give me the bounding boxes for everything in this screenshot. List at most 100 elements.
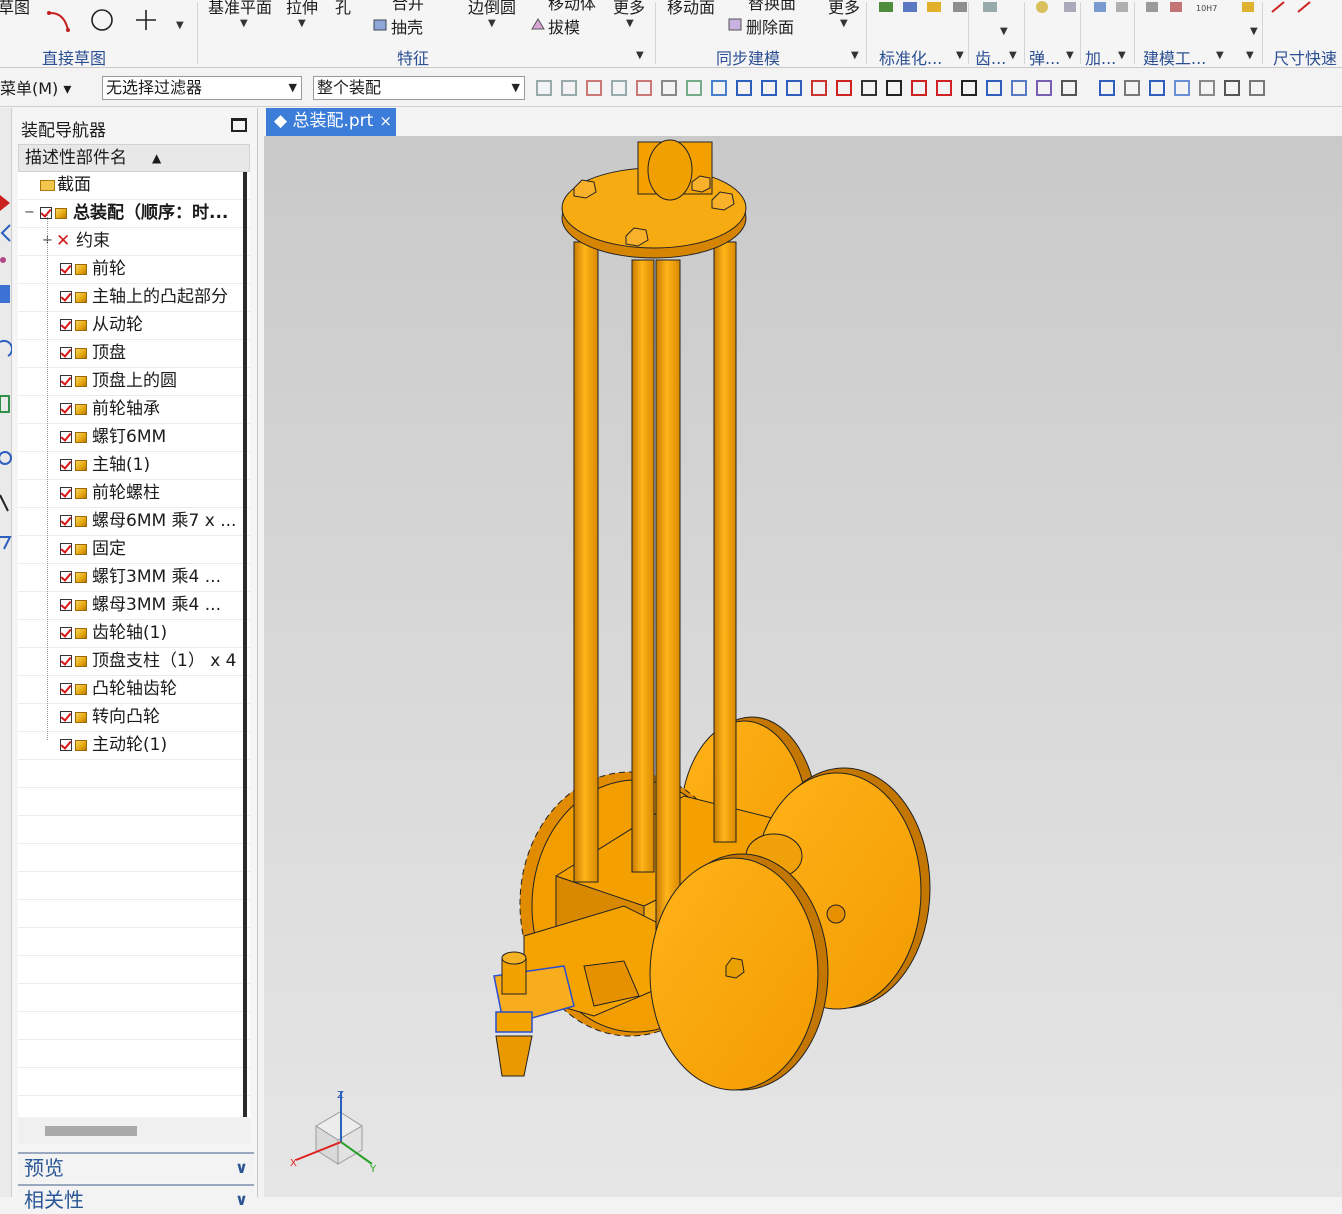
shell-button[interactable]: 抽壳 bbox=[391, 14, 423, 38]
replace-face-button[interactable]: 替换面 bbox=[748, 0, 796, 14]
visibility-checkbox[interactable] bbox=[60, 263, 72, 275]
visibility-checkbox[interactable] bbox=[40, 207, 52, 219]
tree-row[interactable]: 螺母6MM 乘7 x ... bbox=[18, 508, 250, 536]
tree-row[interactable]: + ✕ 约束 bbox=[18, 228, 250, 256]
snap-line-icon[interactable] bbox=[785, 79, 803, 97]
feature-group-dropdown-icon[interactable]: ▼ bbox=[636, 50, 644, 61]
menu-button[interactable]: 菜单(M) ▾ bbox=[0, 75, 71, 99]
snap-more-icon[interactable] bbox=[1060, 79, 1078, 97]
extrude-button[interactable]: 拉伸 bbox=[286, 0, 318, 18]
tree-row[interactable]: 顶盘支柱（1） x 4 bbox=[18, 648, 250, 676]
ribbon-sketch-label[interactable]: 草图 bbox=[0, 0, 30, 18]
tree-row[interactable]: 主轴上的凸起部分 bbox=[18, 284, 250, 312]
gear-tool-icon[interactable] bbox=[982, 0, 998, 16]
snap-vector-icon[interactable] bbox=[985, 79, 1003, 97]
more-sync-dropdown-icon[interactable]: ▼ bbox=[840, 18, 848, 29]
part-view-icon[interactable] bbox=[535, 79, 553, 97]
snap-point-icon[interactable] bbox=[610, 79, 628, 97]
dimension-icon[interactable] bbox=[1270, 0, 1286, 16]
tree-row[interactable]: 顶盘上的圆 bbox=[18, 368, 250, 396]
web-tab-icon[interactable] bbox=[0, 338, 12, 358]
spring-icon[interactable] bbox=[1034, 0, 1050, 16]
measure-dropdown-icon[interactable]: ▼ bbox=[1250, 26, 1258, 37]
clock-tab-icon[interactable] bbox=[0, 448, 12, 468]
add2-icon[interactable] bbox=[1114, 0, 1130, 16]
visibility-checkbox[interactable] bbox=[60, 459, 72, 471]
datum-plane-button[interactable]: 基准平面 bbox=[208, 0, 272, 18]
view-extra-icon[interactable] bbox=[1248, 79, 1266, 97]
datum-dropdown-icon[interactable]: ▼ bbox=[240, 18, 248, 29]
horizontal-scrollbar[interactable] bbox=[18, 1118, 250, 1144]
sort-ascending-icon[interactable]: ▲ bbox=[152, 145, 161, 171]
more-dropdown-icon[interactable]: ▼ bbox=[626, 18, 634, 29]
spring2-icon[interactable] bbox=[1062, 0, 1078, 16]
wireframe-icon[interactable] bbox=[685, 79, 703, 97]
delete-face-button[interactable]: 删除面 bbox=[746, 14, 794, 38]
add-group-dropdown-icon[interactable]: ▼ bbox=[1118, 50, 1126, 61]
sync-group-dropdown-icon[interactable]: ▼ bbox=[851, 50, 859, 61]
reuse-tab-icon[interactable] bbox=[0, 223, 12, 243]
system-tab-icon[interactable] bbox=[0, 493, 12, 513]
tree-row[interactable]: 前轮轴承 bbox=[18, 396, 250, 424]
roles-tab-icon[interactable] bbox=[0, 253, 12, 267]
gear-group-dropdown-icon[interactable]: ▼ bbox=[1009, 50, 1017, 61]
snap-arc-icon[interactable] bbox=[860, 79, 878, 97]
spring-group-dropdown-icon[interactable]: ▼ bbox=[1066, 50, 1074, 61]
visibility-checkbox[interactable] bbox=[60, 375, 72, 387]
sketch-more-chevron-icon[interactable]: ▼ bbox=[176, 20, 184, 31]
render-style-icon[interactable] bbox=[1198, 79, 1216, 97]
view-more-icon[interactable] bbox=[1223, 79, 1241, 97]
tree-row[interactable]: 螺钉3MM 乘4 ... bbox=[18, 564, 250, 592]
move-body-button[interactable]: 移动体 bbox=[548, 0, 596, 14]
group-add[interactable]: 加... bbox=[1085, 45, 1116, 67]
arc-icon[interactable] bbox=[46, 8, 72, 34]
fit-view-icon[interactable] bbox=[1098, 79, 1116, 97]
assembly-scope-dropdown[interactable]: 整个装配 ▼ bbox=[313, 76, 525, 100]
dimension2-icon[interactable] bbox=[1296, 0, 1312, 16]
gear-dropdown-icon[interactable]: ▼ bbox=[1000, 26, 1008, 37]
snap-tangent-icon[interactable] bbox=[885, 79, 903, 97]
snap-mid-icon[interactable] bbox=[760, 79, 778, 97]
tree-row[interactable]: 转向凸轮 bbox=[18, 704, 250, 732]
bolt-icon[interactable] bbox=[926, 0, 942, 16]
dependencies-section[interactable]: 相关性 ∨ bbox=[18, 1184, 254, 1214]
tree-row[interactable]: 主动轮(1) bbox=[18, 732, 250, 760]
visibility-checkbox[interactable] bbox=[60, 599, 72, 611]
tree-row[interactable]: 从动轮 bbox=[18, 312, 250, 340]
tree-row[interactable]: 凸轮轴齿轮 bbox=[18, 676, 250, 704]
extrude-dropdown-icon[interactable]: ▼ bbox=[298, 18, 306, 29]
snap-edge-icon[interactable] bbox=[1035, 79, 1053, 97]
history-tab-icon[interactable] bbox=[0, 393, 12, 415]
visibility-checkbox[interactable] bbox=[60, 319, 72, 331]
tools-group-dropdown-icon[interactable]: ▼ bbox=[1216, 50, 1224, 61]
snap-quadrant-icon[interactable] bbox=[935, 79, 953, 97]
visibility-checkbox[interactable] bbox=[60, 431, 72, 443]
tree-row[interactable]: 前轮 bbox=[18, 256, 250, 284]
unite-button[interactable]: 合并 bbox=[392, 0, 424, 14]
fastener-icon[interactable] bbox=[902, 0, 918, 16]
point-icon[interactable] bbox=[134, 8, 158, 32]
circle-icon[interactable] bbox=[90, 8, 114, 32]
snap-curve-icon[interactable] bbox=[810, 79, 828, 97]
visibility-checkbox[interactable] bbox=[60, 683, 72, 695]
group-modeling-tools[interactable]: 建模工... bbox=[1143, 45, 1206, 67]
dim-group-dropdown-icon[interactable]: ▼ bbox=[1246, 50, 1254, 61]
blend-dropdown-icon[interactable]: ▼ bbox=[488, 18, 496, 29]
tree-row[interactable]: 前轮螺柱 bbox=[18, 480, 250, 508]
visual-tab-icon[interactable] bbox=[0, 533, 12, 553]
close-icon[interactable]: × bbox=[379, 108, 392, 135]
visibility-checkbox[interactable] bbox=[60, 739, 72, 751]
group-gear[interactable]: 齿... bbox=[975, 45, 1006, 67]
selection-filter-dropdown[interactable]: 无选择过滤器 ▼ bbox=[102, 76, 302, 100]
visibility-checkbox[interactable] bbox=[60, 347, 72, 359]
tree-row[interactable]: 齿轮轴(1) bbox=[18, 620, 250, 648]
visibility-checkbox[interactable] bbox=[60, 711, 72, 723]
visibility-checkbox[interactable] bbox=[60, 515, 72, 527]
group-quick-dimension[interactable]: 尺寸快速 bbox=[1273, 45, 1337, 67]
add-icon[interactable] bbox=[1092, 0, 1108, 16]
visibility-checkbox[interactable] bbox=[60, 291, 72, 303]
modeling-tool-icon[interactable] bbox=[1144, 0, 1160, 16]
visibility-checkbox[interactable] bbox=[60, 487, 72, 499]
select-filter-icon[interactable] bbox=[585, 79, 603, 97]
edge-blend-button[interactable]: 边倒圆 bbox=[468, 0, 516, 18]
